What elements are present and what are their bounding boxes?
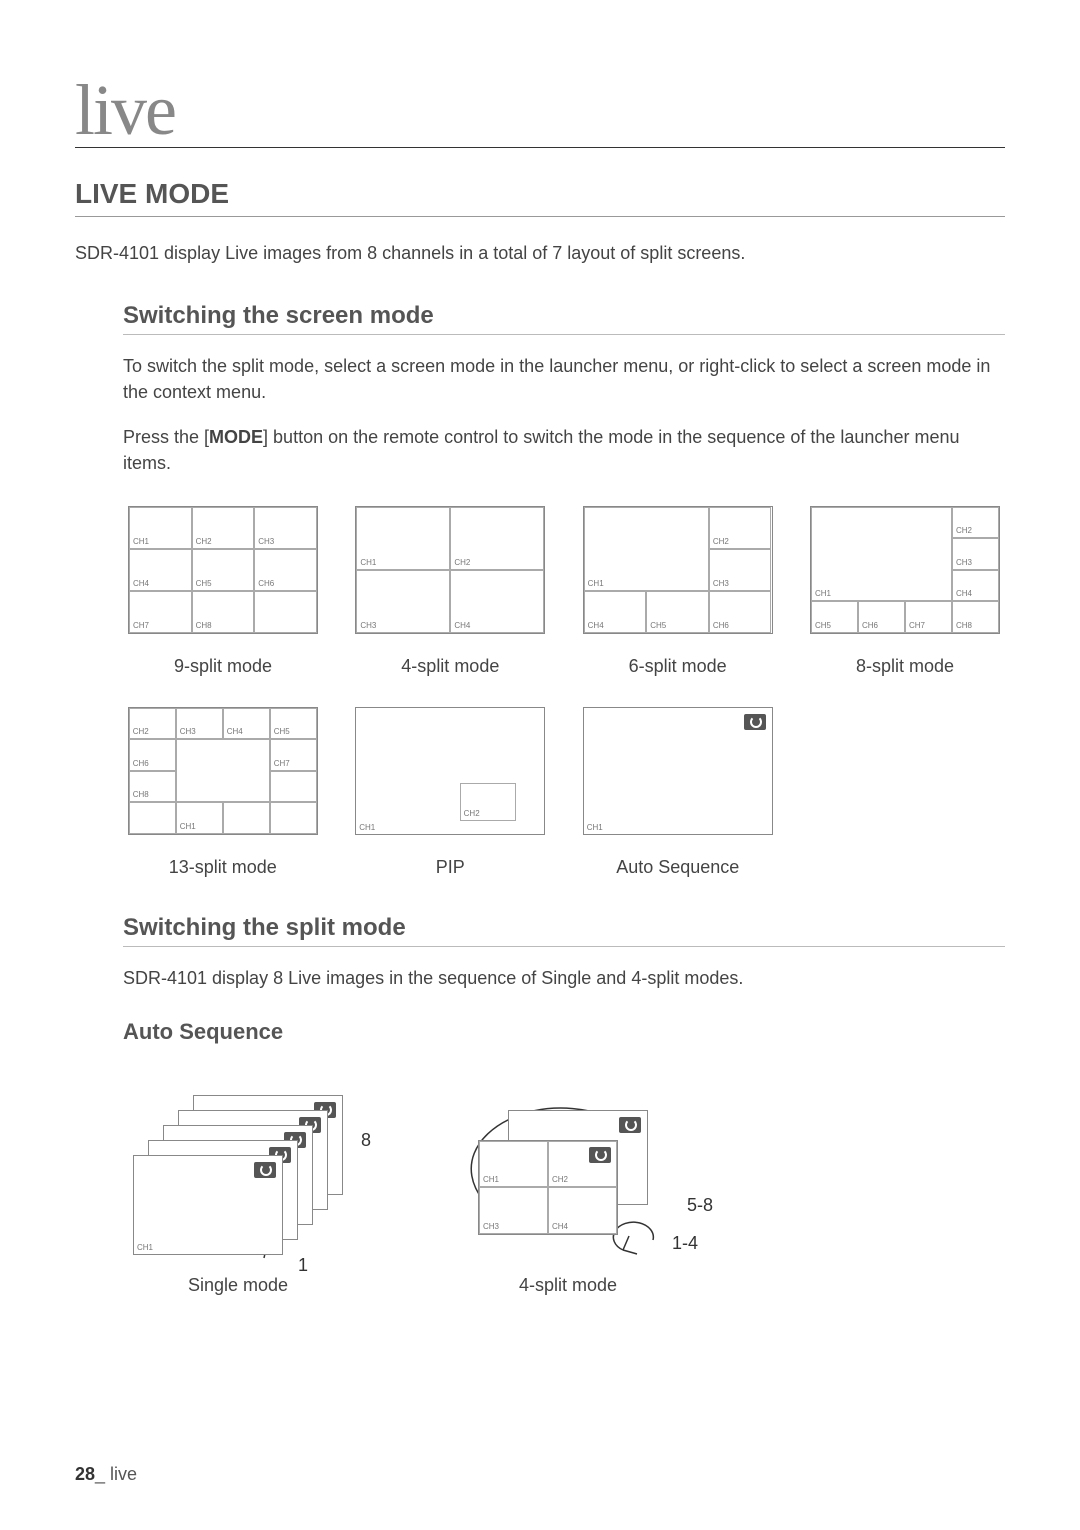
single-mode-stack: CH1 (123, 1085, 353, 1265)
mode-label: 13-split mode (169, 857, 277, 878)
ch-label: CH1 (180, 822, 196, 831)
subheading-split-mode: Switching the split mode (123, 914, 1005, 947)
auto-sequence-row: CH1 8 1 Single mode CH1 CH2 CH3 CH4 (123, 1085, 1005, 1296)
ch-label: CH4 (552, 1222, 568, 1231)
ch-label: CH1 (483, 1175, 499, 1184)
ch-label: CH7 (909, 621, 925, 630)
ch-label: CH1 (137, 1243, 153, 1252)
ch-label: CH4 (454, 621, 470, 630)
chapter-title: live (75, 80, 1005, 148)
intro-text: SDR-4101 display Live images from 8 chan… (75, 241, 1005, 266)
mode-6-split: CH1 CH2 CH3 CH4 CH5 CH6 6-split mode (578, 506, 778, 677)
mode-13-split: CH2 CH3 CH4 CH5 CH6 CH7 CH8 CH1 13-split… (123, 707, 323, 878)
ch-label: CH1 (588, 579, 604, 588)
footer-name: live (110, 1464, 137, 1484)
mode-8-split: CH1 CH2 CH3 CH4 CH5 CH6 CH7 CH8 8-split … (805, 506, 1005, 677)
ch-label: CH2 (552, 1175, 568, 1184)
ch-label: CH4 (588, 621, 604, 630)
ch-label: CH8 (956, 621, 972, 630)
screen-6: CH1 CH2 CH3 CH4 CH5 CH6 (583, 506, 773, 634)
mode-label: 9-split mode (174, 656, 272, 677)
ch-label: CH2 (956, 526, 972, 535)
section-heading-live-mode: LIVE MODE (75, 178, 1005, 217)
mode-label: Single mode (188, 1275, 288, 1296)
mode-label: 8-split mode (856, 656, 954, 677)
ch-label: CH2 (713, 537, 729, 546)
ch-label: CH8 (196, 621, 212, 630)
auto-sequence-icon (254, 1162, 276, 1178)
ch-label: CH6 (713, 621, 729, 630)
ch-label: CH3 (180, 727, 196, 736)
screen-8: CH1 CH2 CH3 CH4 CH5 CH6 CH7 CH8 (810, 506, 1000, 634)
ch-label: CH3 (258, 537, 274, 546)
auto-sequence-icon (619, 1117, 641, 1133)
subheading-auto-sequence: Auto Sequence (123, 1019, 1005, 1045)
ch-label: CH5 (274, 727, 290, 736)
ch-label: CH2 (464, 809, 480, 818)
ch-label: CH8 (133, 790, 149, 799)
ch-label: CH7 (274, 759, 290, 768)
page-number: 28 (75, 1464, 95, 1484)
ch-label: CH4 (956, 589, 972, 598)
four-split-mode-block: CH1 CH2 CH3 CH4 5-8 1-4 4-split mode (453, 1085, 683, 1296)
ch-label: CH5 (196, 579, 212, 588)
mode-label: 4-split mode (519, 1275, 617, 1296)
ch-label: CH4 (227, 727, 243, 736)
mode-label: Auto Sequence (616, 857, 739, 878)
annot-range2: 5-8 (687, 1195, 713, 1216)
ch-label: CH4 (133, 579, 149, 588)
single-mode-block: CH1 8 1 Single mode (123, 1085, 353, 1296)
mode-pip: CH1 CH2 PIP (351, 707, 551, 878)
ch-label: CH2 (454, 558, 470, 567)
mode-row-1: CH1 CH2 CH3 CH4 CH5 CH6 CH7 CH8 9-split … (123, 506, 1005, 677)
subheading-screen-mode: Switching the screen mode (123, 302, 1005, 335)
four-split-stack: CH1 CH2 CH3 CH4 (453, 1085, 683, 1265)
mode-bold: MODE (209, 427, 263, 447)
mode-4-split: CH1 CH2 CH3 CH4 4-split mode (350, 506, 550, 677)
screen-pip: CH1 CH2 (355, 707, 545, 835)
annot-start: 1 (298, 1255, 308, 1276)
auto-sequence-icon (744, 714, 766, 730)
screen-auto: CH1 (583, 707, 773, 835)
annot-end: 8 (361, 1130, 371, 1151)
ch-label: CH2 (196, 537, 212, 546)
ch-label: CH3 (360, 621, 376, 630)
ch-label: CH6 (133, 759, 149, 768)
ch-label: CH1 (587, 823, 603, 832)
paragraph: To switch the split mode, select a scree… (123, 353, 1005, 405)
ch-label: CH7 (133, 621, 149, 630)
screen-9: CH1 CH2 CH3 CH4 CH5 CH6 CH7 CH8 (128, 506, 318, 634)
mode-9-split: CH1 CH2 CH3 CH4 CH5 CH6 CH7 CH8 9-split … (123, 506, 323, 677)
ch-label: CH3 (483, 1222, 499, 1231)
ch-label: CH3 (956, 558, 972, 567)
ch-label: CH5 (815, 621, 831, 630)
screen-13: CH2 CH3 CH4 CH5 CH6 CH7 CH8 CH1 (128, 707, 318, 835)
mode-row-2: CH2 CH3 CH4 CH5 CH6 CH7 CH8 CH1 13-split… (123, 707, 1005, 878)
ch-label: CH1 (360, 558, 376, 567)
page-footer: 28_ live (75, 1464, 137, 1485)
text: Press the [ (123, 427, 209, 447)
ch-label: CH6 (258, 579, 274, 588)
mode-label: 4-split mode (401, 656, 499, 677)
paragraph: SDR-4101 display 8 Live images in the se… (123, 965, 1005, 991)
ch-label: CH5 (650, 621, 666, 630)
ch-label: CH3 (713, 579, 729, 588)
paragraph: Press the [MODE] button on the remote co… (123, 424, 1005, 476)
ch-label: CH2 (133, 727, 149, 736)
mode-label: 6-split mode (629, 656, 727, 677)
ch-label: CH1 (815, 589, 831, 598)
mode-auto-sequence: CH1 Auto Sequence (578, 707, 778, 878)
annot-range1: 1-4 (672, 1233, 698, 1254)
screen-4: CH1 CH2 CH3 CH4 (355, 506, 545, 634)
mode-label: PIP (436, 857, 465, 878)
ch-label: CH6 (862, 621, 878, 630)
ch-label: CH1 (359, 823, 375, 832)
ch-label: CH1 (133, 537, 149, 546)
